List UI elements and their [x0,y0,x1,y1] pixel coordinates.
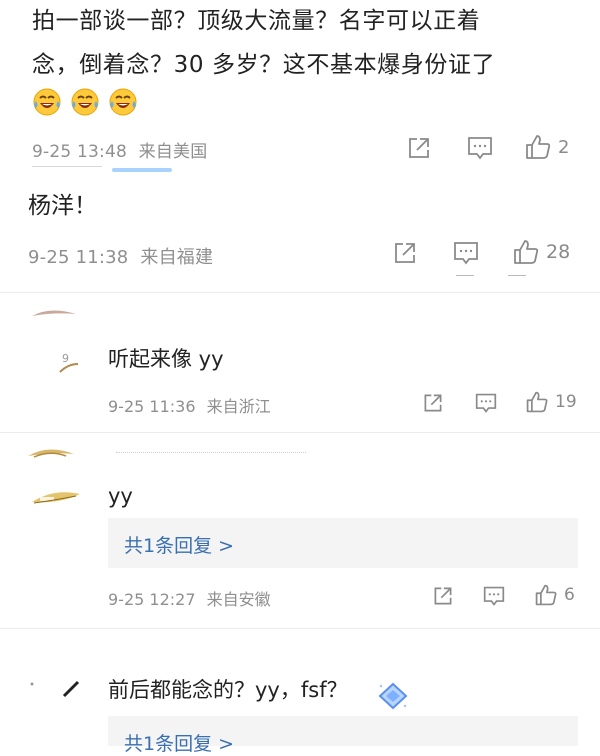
comment-5-reply-box[interactable]: 共1条回复 > [108,716,578,755]
avatar-blurred-3 [32,492,80,504]
like-icon [514,240,539,264]
username-clipped-blurred [116,452,306,456]
laugh-cry-emoji-icon [33,88,61,116]
comment-4-text: yy [108,484,133,508]
comment-1-share-button[interactable] [406,135,432,161]
comment-3-text: 听起来像 yy [108,347,224,371]
comment-4-time: 9-25 12:27 [108,590,196,609]
divider-3 [0,628,600,629]
comment-1-emoji-row [32,87,138,117]
comment-3-meta: 9-25 11:36 来自浙江 [108,393,271,417]
comment-3-comment-button[interactable] [474,392,498,414]
comment-2-text: 杨洋！ [28,193,97,219]
comment-1-like-count: 2 [558,136,570,158]
comment-2-meta: 9-25 11:38 来自福建 [28,243,213,269]
comment-1-text-line-2: 念，倒着念？30 多岁？这不基本爆身份证了 [32,52,496,78]
comment-1-location: 来自美国 [138,142,208,162]
comment-2-badge-clipped [112,168,172,172]
comment-4-like-button[interactable]: 6 [534,583,575,607]
comment-icon [454,242,478,265]
share-icon [409,138,429,158]
comment-4-like-count: 6 [564,585,575,605]
laugh-cry-emoji-icon [109,88,137,116]
comment-4-comment-button[interactable] [482,585,506,607]
share-icon [434,587,452,605]
comment-3-location: 来自浙江 [206,397,271,416]
comment-1-like-button[interactable]: 2 [524,133,569,161]
like-icon [535,584,557,606]
share-icon [424,394,442,412]
comment-1-meta: 9-25 13:48 来自美国 [32,137,207,162]
comment-2-underline-marks [452,275,547,278]
comment-4-share-button[interactable] [432,585,454,607]
like-icon [526,391,548,413]
avatar-blurred-4 [30,680,80,698]
comment-3-share-button[interactable] [422,392,444,414]
share-icon [395,243,415,263]
comment-4-location: 来自安徽 [206,590,271,609]
comment-1-time: 9-25 13:48 [32,142,127,162]
like-icon [526,135,551,159]
comment-4-meta: 9-25 12:27 来自安徽 [108,586,271,610]
comment-5-text: 前后都能念的？yy，fsf？ [108,678,348,702]
comment-1-text-line-1: 拍一部谈一部？顶级大流量？名字可以正着 [32,8,481,34]
comment-2-like-count: 28 [546,241,571,263]
comment-2-time: 9-25 11:38 [28,247,129,268]
comment-3-time: 9-25 11:36 [108,397,196,416]
divider-2 [0,432,600,433]
comment-2-location: 来自福建 [140,247,214,268]
comment-2-share-button[interactable] [392,240,418,266]
comment-3-like-count: 19 [555,392,577,412]
divider-1 [0,292,600,293]
comment-4-reply-box[interactable]: 共1条回复 > [108,518,578,568]
comment-2-username-clipped [32,166,102,173]
diamond-badge-icon [378,682,408,710]
avatar-blurred-2 [28,449,74,458]
comment-3-like-button[interactable]: 19 [525,390,577,414]
comment-icon [483,586,505,606]
comment-1-comment-button[interactable] [466,135,494,161]
comment-icon [475,393,497,413]
avatar-small-blurred: 9 [59,352,79,373]
comment-5-reply-link[interactable]: 共1条回复 > [124,729,234,756]
comment-2-like-button[interactable]: 28 [512,238,570,266]
comment-icon [468,137,492,160]
laugh-cry-emoji-icon [71,88,99,116]
avatar-blurred [32,310,76,316]
comment-2-comment-button[interactable] [452,240,480,266]
svg-text:9: 9 [62,352,69,365]
comment-4-reply-link[interactable]: 共1条回复 > [124,531,234,558]
